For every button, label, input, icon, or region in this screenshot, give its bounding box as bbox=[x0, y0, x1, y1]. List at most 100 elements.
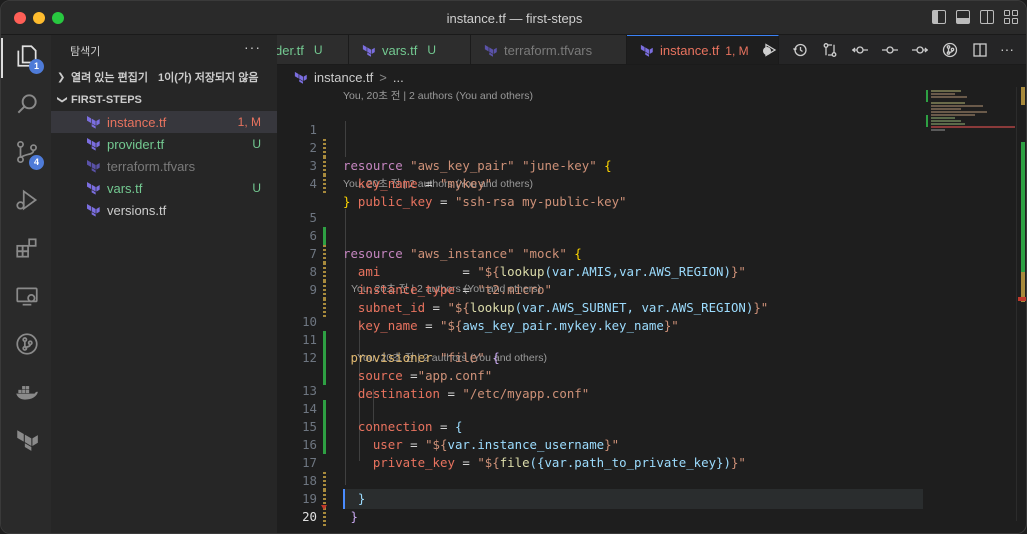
breadcrumb-separator: > bbox=[379, 70, 387, 85]
file-item-terraform-tfvars[interactable]: terraform.tfvars bbox=[51, 155, 277, 177]
terraform-file-icon bbox=[87, 204, 100, 217]
code-line-5: 5 resource "aws_instance" "mock" { bbox=[277, 191, 937, 261]
split-editor-icon[interactable] bbox=[972, 42, 988, 58]
window-title: instance.tf — first-steps bbox=[446, 11, 583, 26]
terraform-file-icon bbox=[294, 71, 307, 84]
terraform-file-icon bbox=[87, 138, 100, 151]
toggle-panel-icon[interactable] bbox=[956, 10, 970, 24]
minimap-added-marker bbox=[926, 90, 928, 102]
file-status: 1, M bbox=[237, 115, 261, 129]
file-status: U bbox=[252, 181, 261, 195]
code-token: { bbox=[492, 350, 500, 365]
sidebar-title: 탐색기 bbox=[70, 46, 101, 58]
tab-status: U bbox=[427, 43, 437, 57]
unsaved-count: 1이(가) 저장되지 않음 bbox=[157, 72, 259, 84]
run-debug-icon[interactable] bbox=[14, 187, 40, 213]
deleted-lines-marker-icon[interactable] bbox=[321, 505, 327, 510]
breadcrumb-symbol[interactable]: ... bbox=[393, 70, 404, 85]
remote-explorer-icon[interactable] bbox=[14, 283, 40, 309]
customize-layout-icon[interactable] bbox=[1004, 10, 1018, 24]
code-line-20: 20 bbox=[277, 490, 937, 524]
minimap-line bbox=[931, 111, 987, 113]
explorer-icon[interactable]: 1 bbox=[14, 43, 44, 74]
tab-terraform-tfvars[interactable]: terraform.tfvars bbox=[471, 35, 627, 64]
file-name: vars.tf bbox=[107, 180, 143, 196]
code-token: "file" bbox=[440, 350, 485, 365]
tab-status: U bbox=[313, 43, 323, 57]
source-control-icon[interactable]: 4 bbox=[14, 139, 44, 170]
file-item-vars-tf[interactable]: vars.tf U bbox=[51, 177, 277, 199]
chevron-down-icon: ❯ bbox=[56, 95, 68, 104]
minimap[interactable] bbox=[923, 87, 1018, 137]
file-item-instance-tf[interactable]: instance.tf 1, M bbox=[51, 111, 277, 133]
file-name: instance.tf bbox=[107, 114, 167, 130]
editor-actions bbox=[762, 42, 988, 58]
file-name: provider.tf bbox=[107, 136, 165, 152]
code-line-11: 11 source ="app.conf" bbox=[277, 313, 937, 383]
project-label: FIRST-STEPS bbox=[71, 94, 142, 106]
tab-provider-tf[interactable]: der.tf U bbox=[277, 35, 349, 64]
minimap-line bbox=[931, 123, 965, 125]
minimap-line bbox=[931, 114, 975, 116]
vscode-window: instance.tf — first-steps 1 4 탐색기 ··· ❯ … bbox=[0, 0, 1027, 534]
toggle-secondary-sidebar-icon[interactable] bbox=[980, 10, 994, 24]
active-indicator bbox=[1, 38, 3, 78]
tab-label: vars.tf bbox=[382, 42, 418, 58]
file-item-provider-tf[interactable]: provider.tf U bbox=[51, 133, 277, 155]
file-item-versions-tf[interactable]: versions.tf bbox=[51, 199, 277, 221]
terraform-file-icon bbox=[640, 44, 653, 57]
compare-changes-icon[interactable] bbox=[822, 42, 838, 58]
run-icon[interactable] bbox=[762, 42, 778, 58]
overview-error-marker bbox=[1018, 297, 1026, 301]
commit-icon[interactable] bbox=[882, 42, 898, 58]
toggle-sidebar-icon[interactable] bbox=[932, 10, 946, 24]
tab-label: terraform.tfvars bbox=[504, 42, 593, 58]
open-editors-label: 열려 있는 편집기 bbox=[71, 72, 148, 84]
breadcrumb: instance.tf > ... bbox=[293, 70, 404, 85]
git-graph-icon[interactable] bbox=[14, 331, 40, 357]
vertical-scrollbar[interactable] bbox=[1016, 87, 1026, 521]
minimap-line bbox=[931, 126, 1015, 128]
file-name: versions.tf bbox=[107, 202, 167, 218]
code-token: } bbox=[350, 509, 358, 524]
code-token: key_name bbox=[357, 176, 418, 191]
extensions-icon[interactable] bbox=[14, 235, 40, 261]
code-line-19: 19 } bbox=[277, 472, 937, 533]
tab-vars-tf[interactable]: vars.tf U bbox=[349, 35, 471, 64]
terraform-icon[interactable] bbox=[14, 427, 40, 453]
code-token: provisioner bbox=[350, 350, 433, 365]
project-section[interactable]: ❯ FIRST-STEPS bbox=[57, 90, 142, 110]
horizontal-scrollbar[interactable] bbox=[277, 529, 1026, 533]
previous-change-icon[interactable] bbox=[852, 42, 868, 58]
code-editor[interactable]: You, 20초 전 | 2 authors (You and others) … bbox=[277, 87, 1026, 533]
tab-label: der.tf bbox=[277, 42, 304, 58]
code-line-18: 18 } bbox=[277, 454, 937, 524]
docker-icon[interactable] bbox=[14, 379, 40, 405]
next-change-icon[interactable] bbox=[912, 42, 928, 58]
sidebar-more-button[interactable]: ··· bbox=[244, 39, 261, 55]
terraform-file-icon bbox=[87, 182, 100, 195]
breadcrumb-file[interactable]: instance.tf bbox=[314, 70, 373, 85]
minimap-line bbox=[931, 102, 965, 104]
code-lens-authors[interactable]: You, 20초 전 | 2 authors (You and others) bbox=[343, 89, 533, 103]
explorer-badge: 1 bbox=[29, 59, 44, 74]
minimap-line bbox=[931, 90, 961, 92]
minimap-line bbox=[931, 105, 983, 107]
timeline-icon[interactable] bbox=[792, 42, 808, 58]
editor-tab-bar: der.tf U vars.tf U terraform.tfvars inst… bbox=[277, 35, 1026, 65]
git-lens-icon[interactable] bbox=[942, 42, 958, 58]
file-status: U bbox=[252, 137, 261, 151]
code-token: = bbox=[425, 176, 433, 191]
code-line-4: 4 } bbox=[277, 157, 937, 209]
minimap-line bbox=[931, 117, 955, 119]
code-line-2: 2 key_name = "mykey" bbox=[277, 121, 937, 191]
terraform-file-icon bbox=[87, 160, 100, 173]
search-icon[interactable] bbox=[14, 91, 40, 117]
tab-status: 1, M bbox=[725, 43, 749, 58]
open-editors-section[interactable]: ❯ 열려 있는 편집기 1이(가) 저장되지 않음 bbox=[57, 67, 258, 87]
tab-instance-tf[interactable]: instance.tf 1, M bbox=[627, 35, 779, 64]
more-actions-button[interactable]: ··· bbox=[1000, 41, 1014, 57]
gutter-modified-marker[interactable] bbox=[323, 508, 326, 526]
title-bar: instance.tf — first-steps bbox=[1, 1, 1026, 35]
code-line-9: 9 key_name = "${aws_key_pair.mykey.key_n… bbox=[277, 263, 937, 333]
